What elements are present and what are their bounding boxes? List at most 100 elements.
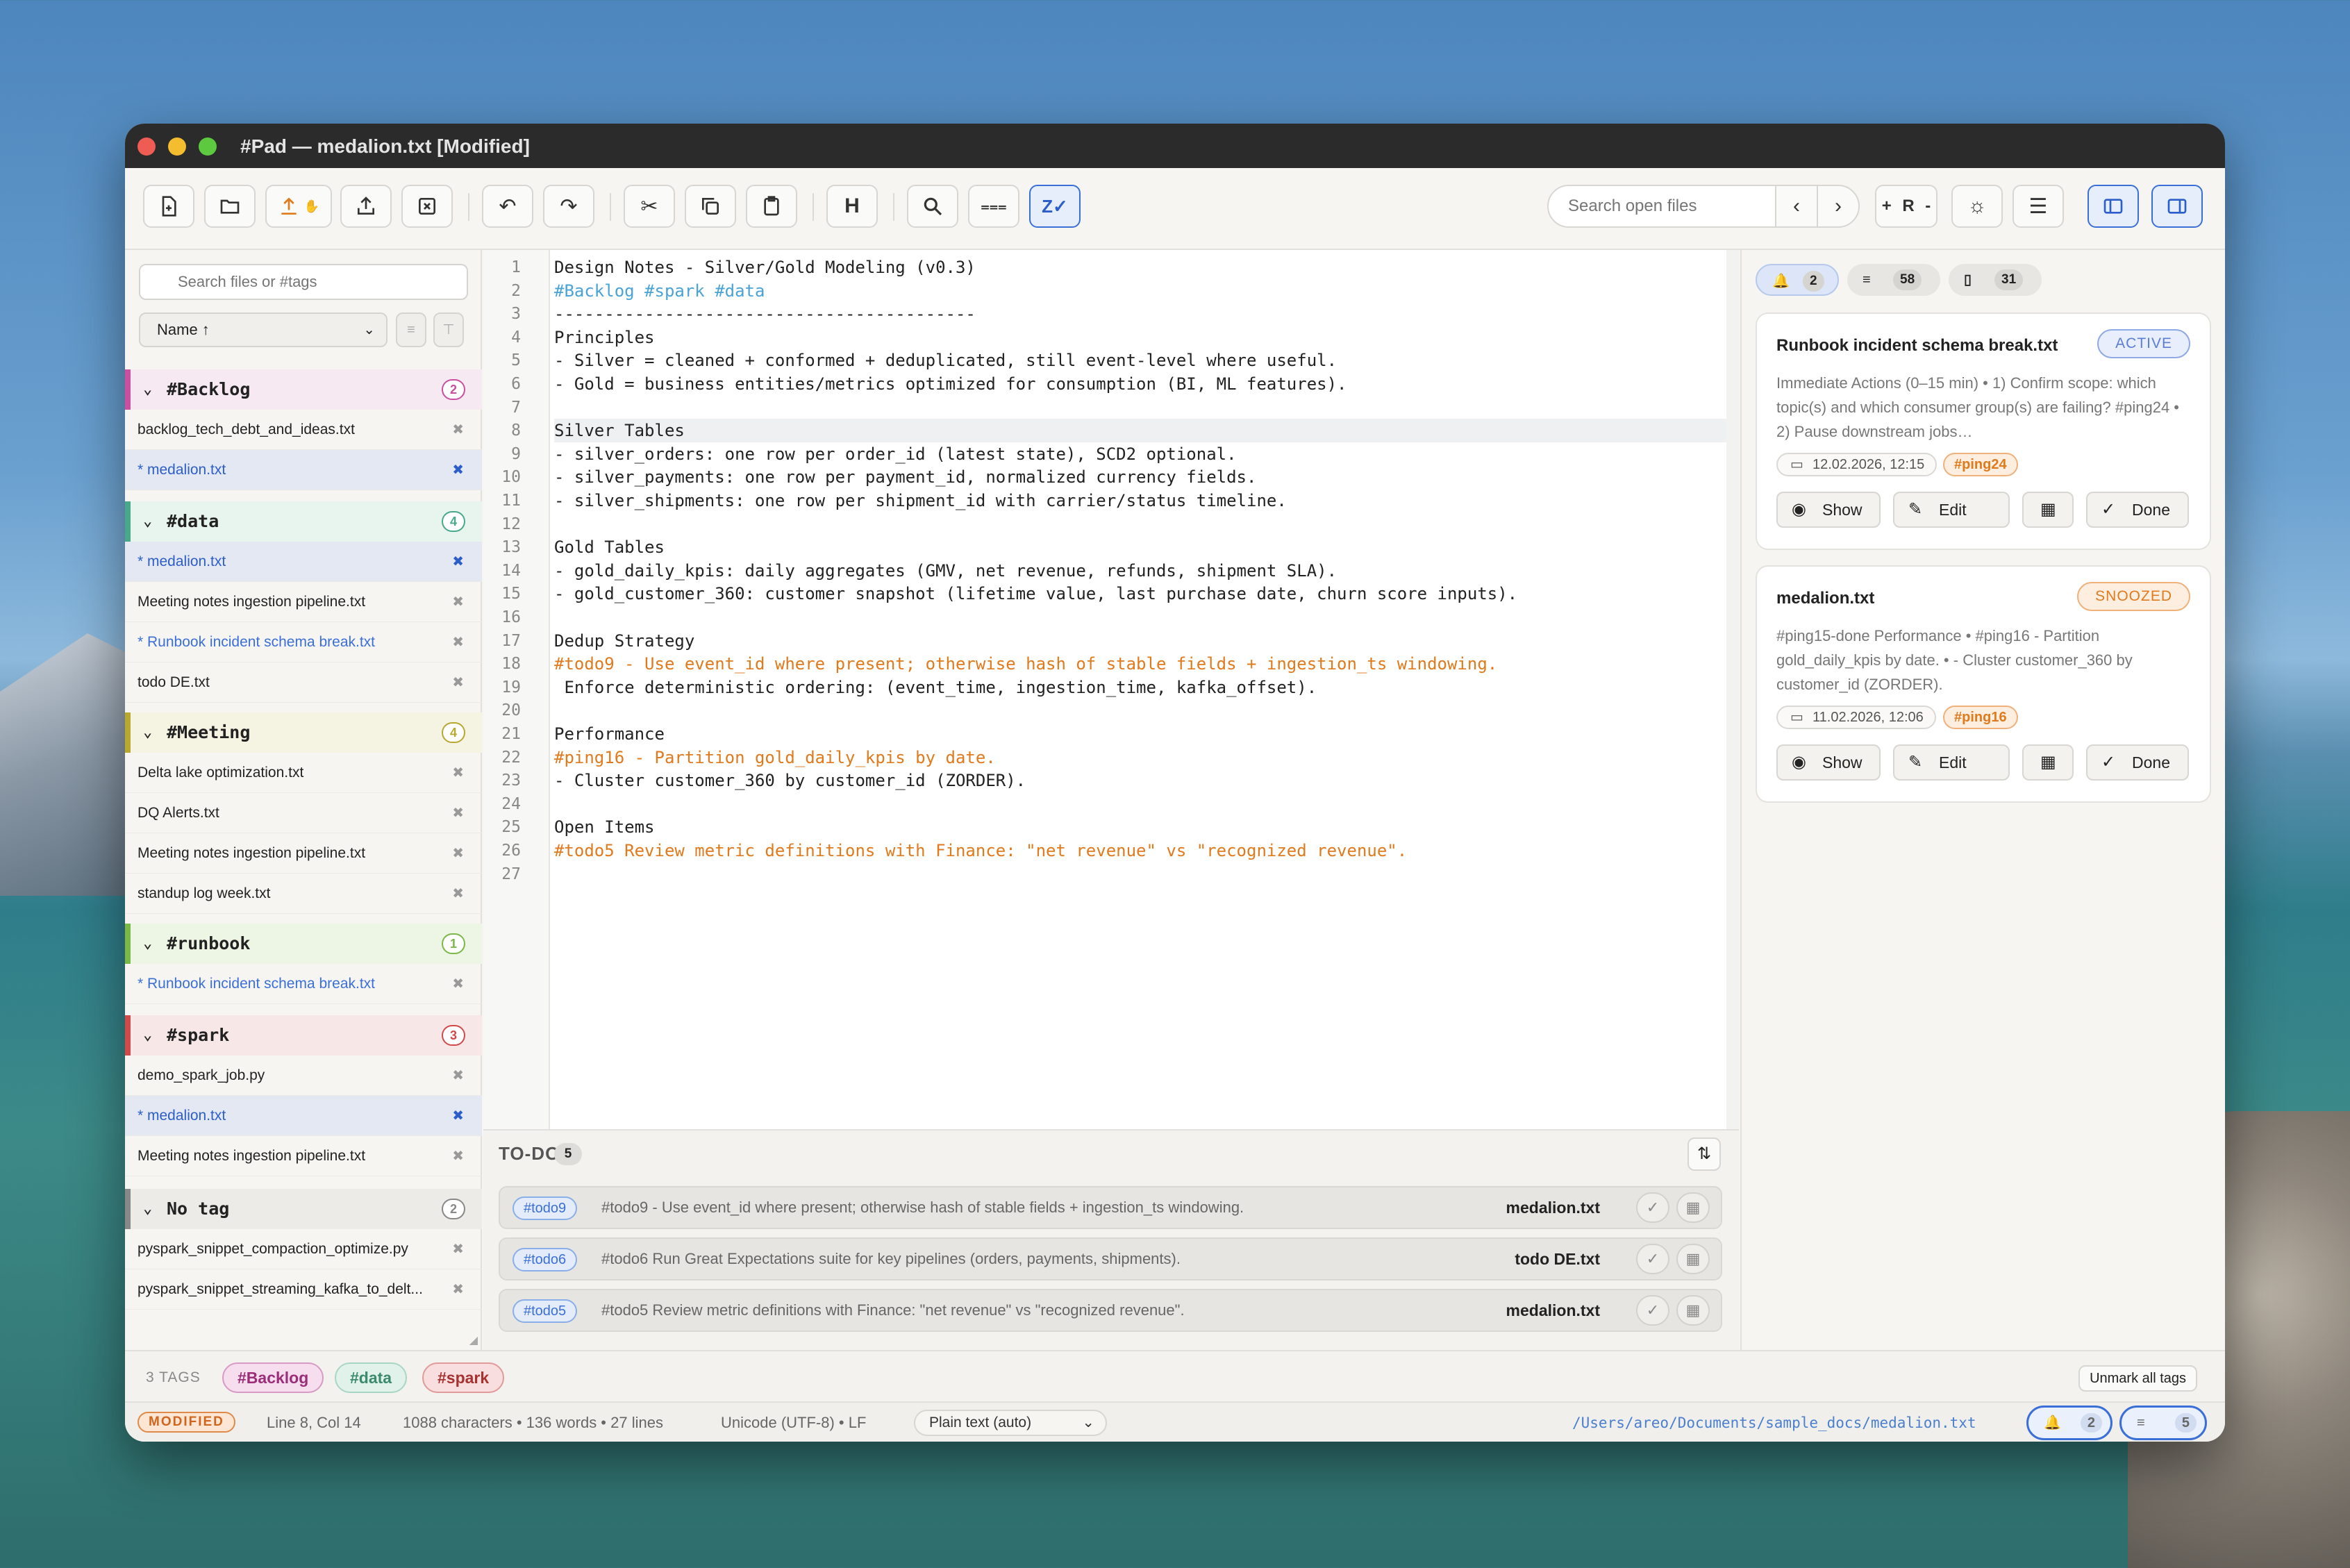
spellcheck-toggle[interactable]: Z✓	[1029, 185, 1081, 228]
close-icon[interactable]: ✖	[452, 582, 464, 622]
zoom-in-button[interactable]: +	[1882, 197, 1892, 216]
todo-done-button[interactable]: ✓	[1636, 1295, 1669, 1326]
scrollbar[interactable]	[1726, 250, 1739, 1129]
todo-item[interactable]: #todo6 #todo6 Run Great Expectations suit…	[499, 1237, 1722, 1281]
code-line[interactable]: Gold Tables	[554, 535, 1735, 559]
file-list-item[interactable]: pyspark_snippet_compaction_optimize.py ✖	[125, 1229, 482, 1269]
code-line[interactable]: - silver_shipments: one row per shipment…	[554, 489, 1735, 512]
minimize-window-button[interactable]	[168, 137, 186, 156]
close-icon[interactable]: ✖	[452, 874, 464, 913]
file-list-item[interactable]: Meeting notes ingestion pipeline.txt ✖	[125, 582, 482, 622]
search-open-files-input[interactable]	[1547, 185, 1776, 228]
code-line[interactable]: Dedup Strategy	[554, 629, 1735, 653]
todo-schedule-button[interactable]: ▦	[1676, 1295, 1710, 1326]
file-list-item[interactable]: demo_spark_job.py ✖	[125, 1056, 482, 1096]
close-icon[interactable]: ✖	[452, 753, 464, 792]
zoom-reset-button[interactable]: R	[1902, 197, 1914, 216]
replace-button[interactable]: ⩶	[968, 185, 1019, 228]
close-icon[interactable]: ✖	[452, 1056, 464, 1095]
tag-chip-backlog[interactable]: #Backlog	[222, 1362, 324, 1393]
close-icon[interactable]: ✖	[452, 662, 464, 702]
code-line[interactable]: Principles	[554, 326, 1735, 349]
unmark-all-tags-button[interactable]: Unmark all tags	[2078, 1365, 2197, 1392]
close-icon[interactable]: ✖	[452, 793, 464, 833]
file-list-item[interactable]: standup log week.txt ✖	[125, 874, 482, 914]
todo-item[interactable]: #todo5 #todo5 Review metric definitions w…	[499, 1289, 1722, 1332]
code-line[interactable]: #ping16 - Partition gold_daily_kpis by d…	[554, 746, 1735, 769]
file-list-item[interactable]: DQ Alerts.txt ✖	[125, 793, 482, 833]
close-icon[interactable]: ✖	[452, 964, 464, 1003]
text-editor[interactable]: 1 2 3 4 5 6 7 8 9 10 11 12 13 14 15 16 17 18 19 20 21 22 23 24 2…	[483, 250, 1739, 1129]
file-list-item[interactable]: backlog_tech_debt_and_ideas.txt ✖	[125, 410, 482, 450]
todo-schedule-button[interactable]: ▦	[1676, 1244, 1710, 1274]
new-file-button[interactable]	[143, 185, 194, 228]
find-button[interactable]	[907, 185, 958, 228]
close-icon[interactable]: ✖	[452, 1269, 464, 1309]
file-list-item[interactable]: todo DE.txt ✖	[125, 662, 482, 703]
cut-button[interactable]: ✂	[624, 185, 675, 228]
reminder-tag-chip[interactable]: #ping24	[1943, 453, 2018, 476]
todo-file[interactable]: medalion.txt	[1506, 1187, 1600, 1228]
theme-toggle[interactable]: ☼	[1951, 185, 2003, 228]
code-line[interactable]: Design Notes - Silver/Gold Modeling (v0.…	[554, 256, 1735, 279]
todo-item[interactable]: #todo9 #todo9 - Use event_id where presen…	[499, 1186, 1722, 1229]
close-icon[interactable]: ✖	[452, 1096, 464, 1135]
open-folder-button[interactable]	[204, 185, 256, 228]
toggle-right-panel[interactable]	[2151, 185, 2203, 228]
todo-done-button[interactable]: ✓	[1636, 1244, 1669, 1274]
reminder-file-title[interactable]: Runbook incident schema break.txt	[1776, 336, 2058, 356]
code-line[interactable]: Open Items	[554, 815, 1735, 839]
close-icon[interactable]: ✖	[452, 410, 464, 449]
todo-file[interactable]: todo DE.txt	[1515, 1239, 1600, 1279]
close-icon[interactable]: ✖	[452, 622, 464, 662]
todos-pill[interactable]: ▯ 31	[1949, 264, 2042, 296]
file-list-item[interactable]: pyspark_snippet_streaming_kafka_to_delt.…	[125, 1269, 482, 1310]
done-button[interactable]: ✓ Done	[2086, 744, 2189, 781]
code-line[interactable]: - gold_customer_360: customer snapshot (…	[554, 582, 1735, 606]
copy-button[interactable]	[685, 185, 736, 228]
close-file-button[interactable]	[401, 185, 453, 228]
reminders-pill[interactable]: 🔔 2	[1756, 264, 1839, 296]
todo-sort-button[interactable]: ⇅	[1688, 1137, 1721, 1171]
tag-chip-spark[interactable]: #spark	[422, 1362, 505, 1393]
file-list-item[interactable]: Meeting notes ingestion pipeline.txt ✖	[125, 833, 482, 874]
tag-group-header[interactable]: ⌄ #Meeting 4	[125, 712, 482, 753]
code-line[interactable]: Performance	[554, 722, 1735, 746]
code-line[interactable]: ----------------------------------------…	[554, 302, 1735, 326]
maximize-window-button[interactable]	[199, 137, 217, 156]
pings-pill[interactable]: ≡ 58	[1847, 264, 1940, 296]
close-icon[interactable]: ✖	[452, 450, 464, 490]
reminder-date-chip[interactable]: ▭ 12.02.2026, 12:15	[1776, 453, 1938, 476]
code-line[interactable]: Enforce deterministic ordering: (event_t…	[554, 676, 1735, 699]
status-reminders-badge[interactable]: 🔔 2	[2026, 1406, 2112, 1440]
resize-handle[interactable]: ◢	[469, 1333, 478, 1347]
tag-group-header[interactable]: ⌄ No tag 2	[125, 1189, 482, 1229]
status-todos-badge[interactable]: ≡ 5	[2119, 1406, 2207, 1440]
reminder-date-chip[interactable]: ▭ 11.02.2026, 12:06	[1776, 706, 1936, 729]
schedule-button[interactable]: ▦	[2022, 492, 2074, 528]
next-button[interactable]: ›	[1817, 185, 1860, 228]
filter-button[interactable]: ⊤	[433, 312, 464, 347]
code-line[interactable]: - Silver = cleaned + conformed + dedupli…	[554, 349, 1735, 372]
tag-group-header[interactable]: ⌄ #data 4	[125, 501, 482, 542]
tag-group-header[interactable]: ⌄ #runbook 1	[125, 924, 482, 964]
tag-group-header[interactable]: ⌄ #Backlog 2	[125, 369, 482, 410]
code-line[interactable]: #todo5 Review metric definitions with Fi…	[554, 839, 1735, 862]
file-list-item[interactable]: Meeting notes ingestion pipeline.txt ✖	[125, 1136, 482, 1176]
todo-tag-chip[interactable]: #todo6	[512, 1248, 578, 1271]
schedule-button[interactable]: ▦	[2022, 744, 2074, 781]
edit-button[interactable]: ✎ Edit	[1893, 492, 2010, 528]
code-line[interactable]: #todo9 - Use event_id where present; oth…	[554, 652, 1735, 676]
file-list-item[interactable]: * Runbook incident schema break.txt ✖	[125, 622, 482, 662]
language-select[interactable]: Plain text (auto) ⌄	[914, 1410, 1107, 1436]
code-line[interactable]: - Cluster customer_360 by customer_id (Z…	[554, 769, 1735, 792]
edit-button[interactable]: ✎ Edit	[1893, 744, 2010, 781]
code-line[interactable]: - silver_payments: one row per payment_i…	[554, 465, 1735, 489]
todo-tag-chip[interactable]: #todo5	[512, 1299, 578, 1323]
undo-button[interactable]: ↶	[482, 185, 533, 228]
sort-select[interactable]: Name ↑ ⌄	[139, 312, 388, 347]
todo-tag-chip[interactable]: #todo9	[512, 1196, 578, 1220]
code-line[interactable]: Silver Tables	[554, 419, 1735, 443]
close-icon[interactable]: ✖	[452, 833, 464, 873]
code-line[interactable]: - silver_orders: one row per order_id (l…	[554, 442, 1735, 466]
